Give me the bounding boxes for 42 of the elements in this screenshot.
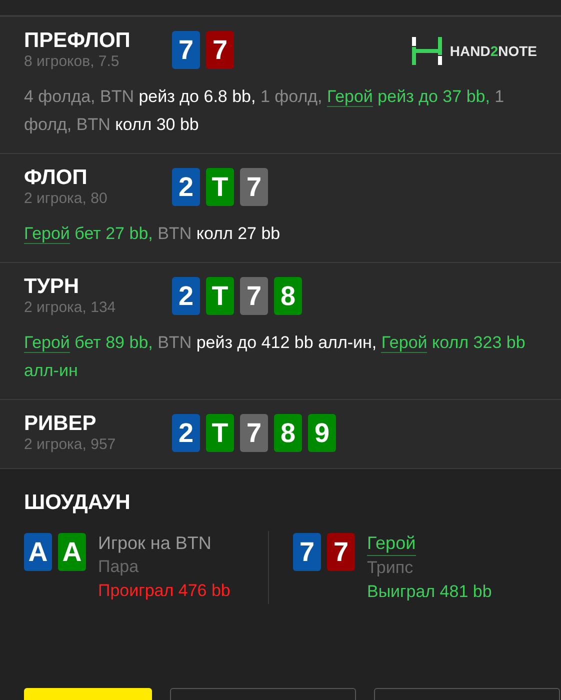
- playing-card: 7: [327, 533, 355, 571]
- street-title: РИВЕР: [24, 412, 98, 436]
- action-log: Герой бет 27 bb, BTN колл 27 bb: [24, 223, 282, 246]
- hero-link[interactable]: Герой: [24, 224, 70, 244]
- hand-rank: Трипс: [367, 557, 414, 579]
- hand-rank: Пара: [98, 556, 140, 578]
- action-log: Герой бет 89 bb, BTN рейз до 412 bb алл-ин, Герой колл 323 bb алл-ин: [24, 332, 526, 382]
- street-summary: 2 игрока, 80: [24, 190, 108, 208]
- player-name: Игрок на BTN: [98, 532, 212, 555]
- playing-card: 7: [206, 31, 234, 69]
- result-text: Проиграл 476 bb: [98, 580, 230, 602]
- street-summary: 2 игрока, 134: [24, 299, 117, 317]
- playing-card: 8: [274, 414, 302, 452]
- playing-card: 2: [172, 168, 200, 206]
- street-title: ПРЕФЛОП: [24, 29, 132, 53]
- playing-card: T: [206, 277, 234, 315]
- street-summary: 2 игрока, 957: [24, 436, 117, 454]
- playing-card: 7: [240, 414, 268, 452]
- playing-card: 7: [240, 168, 268, 206]
- playing-card: 7: [240, 277, 268, 315]
- playing-card: A: [58, 533, 86, 571]
- hero-link[interactable]: Герой: [381, 333, 428, 353]
- playing-card: 2: [172, 277, 200, 315]
- playing-card: 8: [274, 277, 302, 315]
- playing-card: 9: [308, 414, 336, 452]
- street-title: ФЛОП: [24, 166, 88, 190]
- showdown-title: ШОУДАУН: [24, 491, 132, 515]
- logo-text: HAND2NOTE: [450, 43, 537, 59]
- playing-card: T: [206, 414, 234, 452]
- playing-card: 7: [293, 533, 321, 571]
- action-log: 4 фолда, BTN рейз до 6.8 bb, 1 фолд, Герой рейз до 37 bb, 1 фолд, BTN колл 30 bb: [24, 86, 506, 136]
- street-title: ТУРН: [24, 275, 80, 299]
- hero-link[interactable]: Герой: [327, 87, 373, 107]
- playing-card: T: [206, 168, 234, 206]
- hero-link[interactable]: Герой: [367, 531, 416, 556]
- playing-card: 2: [172, 414, 200, 452]
- logo-icon: [412, 37, 442, 65]
- street-summary: 8 игроков, 7.5: [24, 53, 120, 71]
- playing-card: 7: [172, 31, 200, 69]
- playing-card: A: [24, 533, 52, 571]
- hero-link[interactable]: Герой: [24, 333, 70, 353]
- result-text: Выиграл 481 bb: [367, 581, 492, 603]
